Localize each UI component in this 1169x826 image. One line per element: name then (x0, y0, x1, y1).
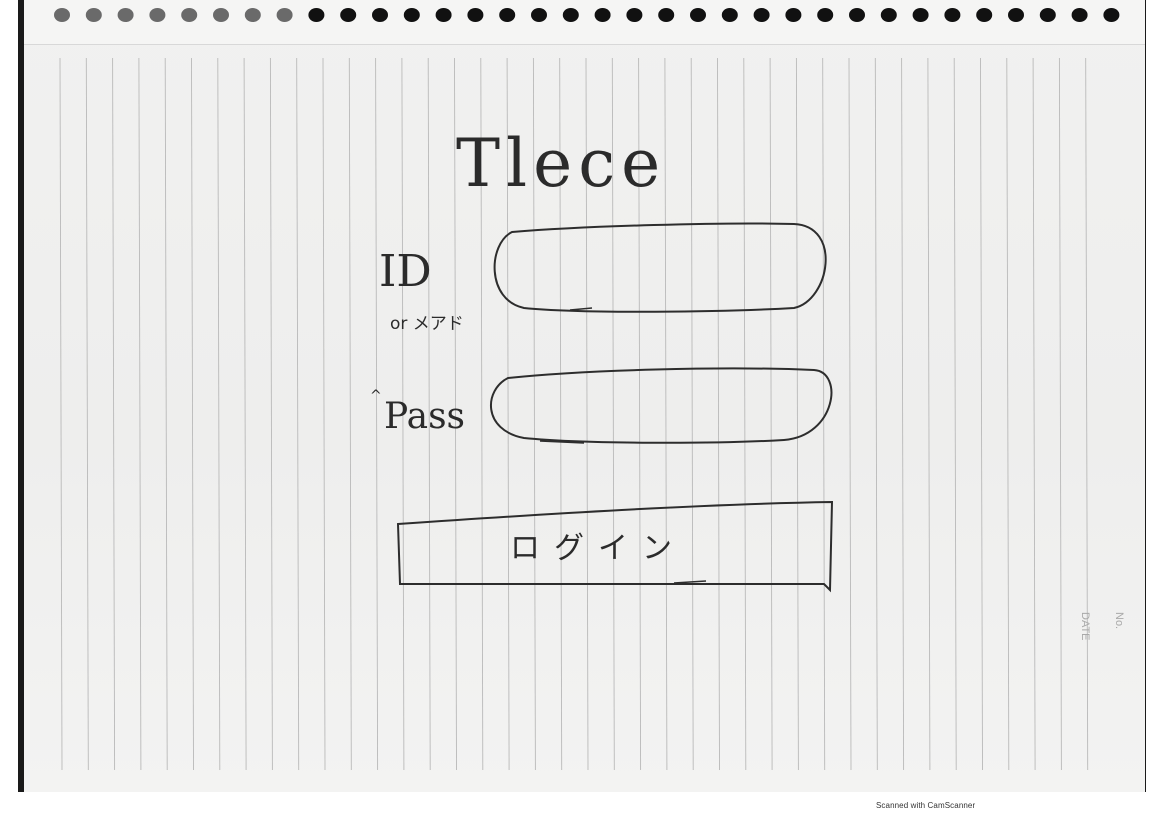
ruled-line (1006, 57, 1010, 771)
password-input[interactable] (489, 367, 833, 444)
binding-hole (880, 8, 897, 22)
ruled-line (269, 57, 273, 771)
app-title: Tlece (456, 125, 666, 202)
ruled-line (822, 57, 826, 771)
binding-hole (1071, 8, 1088, 22)
binding-hole (372, 8, 388, 22)
ruled-line (59, 57, 63, 771)
binding-hole (785, 8, 802, 22)
ruled-line (1032, 57, 1036, 771)
ruled-line (296, 57, 300, 771)
ruled-line (743, 57, 747, 771)
binding-hole (690, 8, 706, 22)
login-button-stroke (673, 580, 707, 584)
notebook-no-label: No. (1113, 612, 1125, 629)
binding-hole (85, 8, 102, 22)
binding-hole (531, 8, 547, 22)
ruled-line (874, 57, 878, 771)
binding-hole (435, 8, 452, 22)
binding-hole (308, 8, 325, 22)
binding-hole (817, 8, 834, 22)
ruled-line (1085, 57, 1089, 771)
ruled-line (980, 57, 983, 771)
ruled-line (322, 57, 326, 771)
ruled-line (953, 57, 957, 771)
binding-hole (594, 8, 611, 22)
notebook-page: Tlece ID or メアド ^ Pass ログイン No. DATE (24, 0, 1145, 792)
binding-hole (1008, 8, 1024, 22)
password-label: Pass (384, 396, 465, 437)
binding-hole (213, 8, 229, 22)
binding-hole (753, 8, 770, 22)
binding-hole (149, 8, 166, 22)
notebook-date-label: DATE (1079, 612, 1091, 641)
binding-hole (499, 8, 516, 22)
ruled-line (138, 57, 142, 771)
binding-hole (721, 8, 738, 22)
binding-hole (117, 8, 134, 22)
ruled-line (690, 57, 694, 771)
binding-hole (658, 8, 675, 22)
id-input-outline (493, 222, 827, 313)
ruled-line (1058, 57, 1062, 771)
scanner-watermark: Scanned with CamScanner (876, 801, 976, 810)
binding-hole (626, 8, 643, 22)
ruled-line (795, 57, 799, 771)
binding-hole (849, 8, 865, 22)
binding-holes (54, 8, 1120, 22)
binding-hole (181, 8, 198, 22)
login-button[interactable]: ログイン (396, 500, 834, 593)
ruled-line (375, 57, 379, 771)
password-input-outline (489, 367, 833, 444)
ruled-line (112, 57, 116, 771)
ruled-line (217, 57, 221, 771)
binding-hole (403, 8, 420, 22)
login-button-label: ログイン (510, 531, 686, 566)
password-bullet: ^ (370, 388, 382, 404)
binding-hole (340, 8, 357, 22)
ruled-line (348, 57, 352, 771)
id-sublabel: or メアド (390, 314, 464, 334)
ruled-line (848, 57, 852, 771)
binding-hole (1103, 8, 1120, 22)
ruled-line (717, 57, 720, 771)
binding-hole (912, 8, 929, 22)
id-input-stroke (569, 307, 593, 311)
binding-hole (467, 8, 484, 22)
binding-hole (1039, 8, 1056, 22)
ruled-line (85, 57, 89, 771)
binding-hole (54, 8, 70, 22)
binding-hole (944, 8, 961, 22)
ruled-line (901, 57, 905, 771)
id-label: ID (379, 246, 432, 297)
id-input[interactable] (493, 222, 827, 313)
binding-hole (976, 8, 993, 22)
binding-hole (562, 8, 579, 22)
ruled-line (927, 57, 931, 771)
ruled-line (191, 57, 194, 771)
binding-hole (276, 8, 293, 22)
sketch-canvas: Tlece ID or メアド ^ Pass ログイン No. DATE (54, 8, 1125, 771)
ruled-line (243, 57, 247, 771)
ruled-line (769, 57, 773, 771)
binding-hole (244, 8, 261, 22)
ruled-line (164, 57, 168, 771)
